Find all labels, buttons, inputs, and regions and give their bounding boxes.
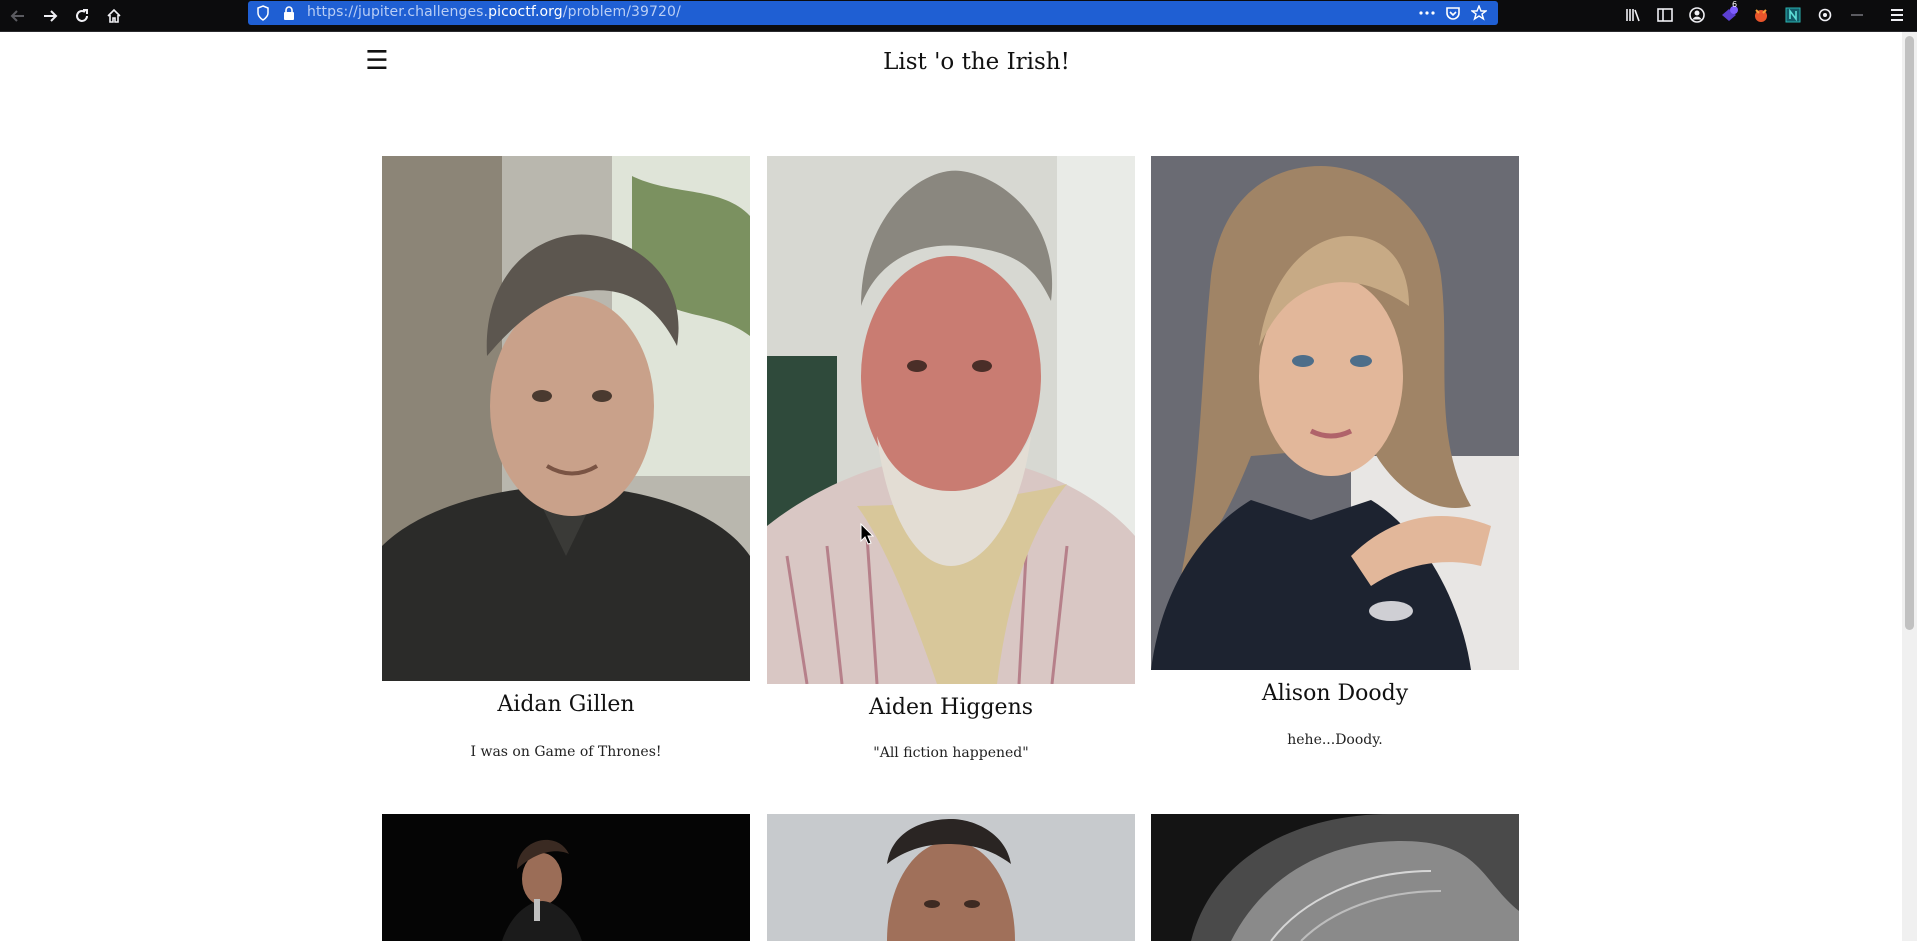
person-photo — [382, 814, 750, 941]
person-name: Alison Doody — [1261, 681, 1409, 706]
scrollbar-thumb[interactable] — [1905, 36, 1914, 630]
page-title: List 'o the Irish! — [883, 49, 1070, 75]
person-photo — [767, 814, 1135, 941]
hamburger-menu-icon[interactable] — [1888, 6, 1906, 24]
more-icon[interactable] — [1418, 4, 1436, 22]
url-text[interactable]: https://jupiter.challenges.picoctf.org/p… — [307, 4, 681, 20]
sidebar-icon[interactable] — [1656, 6, 1674, 24]
bookmark-star-icon[interactable] — [1470, 4, 1488, 22]
fox-icon[interactable] — [1752, 6, 1770, 24]
forward-icon[interactable] — [38, 4, 62, 28]
page-scrollbar[interactable] — [1902, 32, 1917, 941]
n-extension-icon[interactable] — [1784, 6, 1802, 24]
pocket-icon[interactable] — [1444, 4, 1462, 22]
library-icon[interactable] — [1624, 6, 1642, 24]
person-photo — [1151, 814, 1519, 941]
person-name: Aidan Gillen — [497, 692, 635, 717]
person-photo — [382, 156, 750, 681]
url-bar[interactable]: https://jupiter.challenges.picoctf.org/p… — [248, 1, 1498, 25]
person-description: hehe...Doody. — [1287, 732, 1383, 748]
reload-icon[interactable] — [70, 4, 94, 28]
person-photo — [1151, 156, 1519, 670]
person-description: I was on Game of Thrones! — [470, 744, 662, 760]
home-icon[interactable] — [102, 4, 126, 28]
person-description: "All fiction happened" — [873, 745, 1029, 761]
account-icon[interactable] — [1688, 6, 1706, 24]
minus-icon[interactable] — [1848, 6, 1866, 24]
back-icon[interactable] — [6, 4, 30, 28]
mouse-cursor — [860, 522, 875, 545]
extension-badge-count: 6 — [1732, 0, 1738, 9]
person-name: Aiden Higgens — [868, 695, 1034, 720]
extension-badge-icon[interactable]: 6 — [1720, 0, 1738, 24]
person-photo — [767, 156, 1135, 684]
lock-icon[interactable] — [280, 4, 298, 22]
browser-toolbar: https://jupiter.challenges.picoctf.org/p… — [0, 0, 1917, 32]
settings-icon[interactable] — [1816, 6, 1834, 24]
shield-icon[interactable] — [254, 4, 272, 22]
